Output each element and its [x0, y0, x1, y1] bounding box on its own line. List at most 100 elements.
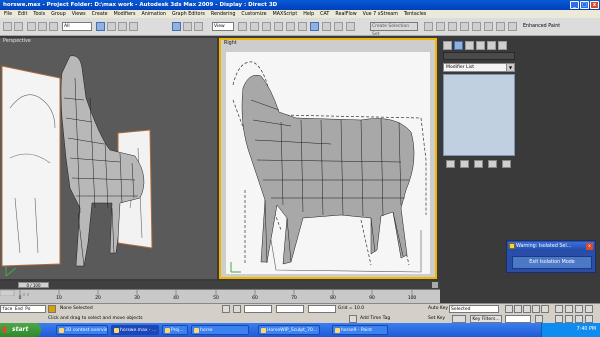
pivot-center-icon[interactable] [238, 22, 247, 31]
manipulate-icon[interactable] [250, 22, 259, 31]
mirror-icon[interactable] [334, 22, 343, 31]
taskbar-item[interactable]: 3D contest overview ... [56, 325, 108, 335]
track-bar[interactable]: 0 10 20 30 40 50 60 70 80 90 100 [0, 289, 440, 303]
start-button[interactable]: start [0, 323, 41, 337]
undo-icon[interactable] [3, 22, 12, 31]
x-coordinate-field[interactable] [244, 305, 272, 313]
perspective-viewport[interactable]: Perspective [0, 38, 217, 279]
key-filters-button[interactable]: Key Filters... [470, 315, 502, 323]
set-key-label[interactable]: Set Key [428, 316, 445, 321]
utilities-tab-icon[interactable] [498, 41, 507, 50]
align-icon[interactable] [346, 22, 355, 31]
modify-tab-icon[interactable] [454, 41, 463, 50]
motion-tab-icon[interactable] [476, 41, 485, 50]
menu-tentacles[interactable]: Tentacles [404, 12, 426, 17]
select-object-icon[interactable] [96, 22, 105, 31]
window-crossing-icon[interactable] [129, 22, 138, 31]
graphite-ribbon-icon[interactable] [436, 22, 445, 31]
material-editor-icon[interactable] [472, 22, 481, 31]
time-slider[interactable]: 0 / 100 [0, 281, 440, 289]
reference-coordinate-dropdown[interactable]: View [212, 22, 234, 31]
menu-realflow[interactable]: RealFlow [335, 12, 356, 17]
minimize-button[interactable]: _ [570, 1, 579, 9]
selection-filter-dropdown[interactable]: All [62, 22, 92, 31]
time-slider-next-arrow[interactable] [432, 282, 438, 288]
select-by-name-icon[interactable] [107, 22, 116, 31]
layer-manager-icon[interactable] [424, 22, 433, 31]
menu-views[interactable]: Views [72, 12, 86, 17]
object-name-field[interactable] [443, 52, 515, 60]
remove-modifier-icon[interactable] [488, 160, 497, 168]
zoom-extents-all-icon[interactable] [585, 305, 593, 313]
bind-space-warp-icon[interactable] [49, 22, 58, 31]
snaps-toggle-icon[interactable] [274, 22, 283, 31]
next-frame-icon[interactable] [532, 305, 540, 313]
taskbar-item[interactable]: horse [191, 325, 249, 335]
menu-vue[interactable]: Vue 7 xStream [363, 12, 398, 17]
y-coordinate-field[interactable] [276, 305, 304, 313]
modifier-list-dropdown[interactable]: Modifier List ▼ [443, 63, 515, 72]
menu-graph-editors[interactable]: Graph Editors [172, 12, 205, 17]
named-selection-sets-dropdown[interactable]: Create Selection Set [370, 22, 418, 37]
taskbar-item[interactable]: horswe.max - ... [111, 325, 159, 335]
select-and-rotate-icon[interactable] [183, 22, 192, 31]
render-production-icon[interactable] [508, 22, 517, 31]
menu-file[interactable]: File [4, 12, 12, 17]
exit-isolation-mode-button[interactable]: Exit Isolation Mode [512, 256, 592, 269]
pin-stack-icon[interactable] [446, 160, 455, 168]
select-and-move-icon[interactable] [172, 22, 181, 31]
rectangular-selection-icon[interactable] [118, 22, 127, 31]
menu-group[interactable]: Group [51, 12, 66, 17]
auto-key-button[interactable]: Auto Key [428, 306, 448, 311]
menu-tools[interactable]: Tools [33, 12, 45, 17]
make-unique-icon[interactable] [474, 160, 483, 168]
warning-close-button[interactable]: x [586, 243, 593, 250]
spinner-snap-icon[interactable] [310, 22, 319, 31]
menu-animation[interactable]: Animation [142, 12, 166, 17]
absolute-mode-icon[interactable] [233, 305, 241, 313]
go-to-start-icon[interactable] [505, 305, 513, 313]
menu-help[interactable]: Help [303, 12, 314, 17]
angle-snap-icon[interactable] [286, 22, 295, 31]
create-tab-icon[interactable] [443, 41, 452, 50]
menu-maxscript[interactable]: MAXScript [273, 12, 298, 17]
zoom-extents-icon[interactable] [575, 305, 583, 313]
orbit-icon[interactable] [575, 315, 583, 323]
display-tab-icon[interactable] [487, 41, 496, 50]
curve-editor-icon[interactable] [448, 22, 457, 31]
rendered-frame-window-icon[interactable] [496, 22, 505, 31]
maxscript-listener-input[interactable]: face End Po [0, 305, 46, 313]
menu-rendering[interactable]: Rendering [211, 12, 236, 17]
keyboard-shortcut-icon[interactable] [262, 22, 271, 31]
taskbar-item[interactable]: Proj... [162, 325, 188, 335]
close-button[interactable]: x [590, 1, 599, 9]
menu-create[interactable]: Create [92, 12, 108, 17]
maximize-viewport-icon[interactable] [585, 315, 593, 323]
chevron-down-icon[interactable]: ▼ [506, 64, 514, 71]
zoom-all-icon[interactable] [565, 305, 573, 313]
menu-modifiers[interactable]: Modifiers [114, 12, 136, 17]
previous-frame-icon[interactable] [514, 305, 522, 313]
set-key-button[interactable] [452, 315, 466, 323]
edit-named-selection-icon[interactable] [322, 22, 331, 31]
menu-cat[interactable]: CAT [320, 12, 329, 17]
go-to-end-icon[interactable] [541, 305, 549, 313]
zoom-icon[interactable] [555, 305, 563, 313]
time-slider-handle[interactable]: 0 / 100 [18, 282, 49, 288]
enhanced-paint-button[interactable]: Enhanced Paint [523, 21, 567, 32]
maximize-button[interactable]: □ [580, 1, 589, 9]
menu-edit[interactable]: Edit [18, 12, 27, 17]
field-of-view-icon[interactable] [555, 315, 563, 323]
percent-snap-icon[interactable] [298, 22, 307, 31]
render-setup-icon[interactable] [484, 22, 493, 31]
time-configuration-icon[interactable] [535, 315, 543, 323]
current-frame-field[interactable] [505, 315, 531, 323]
z-coordinate-field[interactable] [308, 305, 336, 313]
selection-lock-icon[interactable] [48, 305, 56, 313]
schematic-view-icon[interactable] [460, 22, 469, 31]
taskbar-item[interactable]: HorseWIP_Sculpt_70... [258, 325, 320, 335]
play-icon[interactable] [523, 305, 531, 313]
auto-key-mode-dropdown[interactable]: Selected [449, 305, 499, 313]
redo-icon[interactable] [14, 22, 23, 31]
hierarchy-tab-icon[interactable] [465, 41, 474, 50]
